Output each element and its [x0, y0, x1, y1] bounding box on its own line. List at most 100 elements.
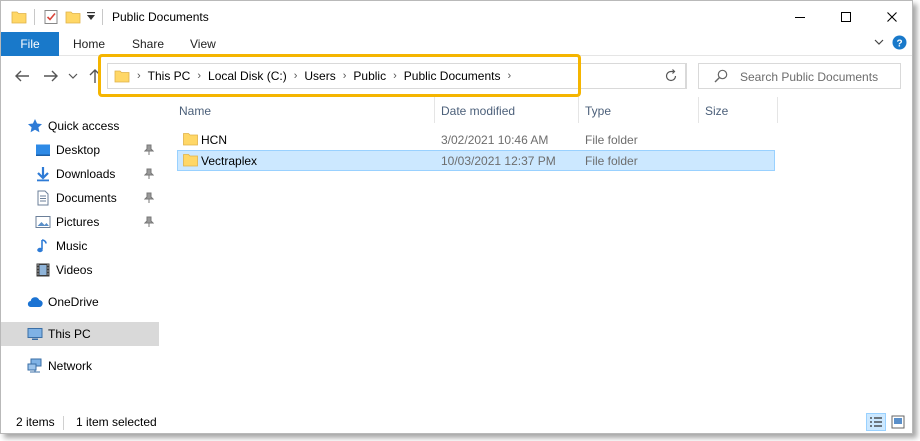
arrow-left-icon	[15, 70, 29, 82]
pin-icon[interactable]	[143, 192, 155, 207]
refresh-button[interactable]	[656, 63, 686, 89]
search-box[interactable]: Search Public Documents	[698, 63, 901, 89]
pin-icon[interactable]	[143, 168, 155, 183]
sidebar-item-label: Documents	[56, 191, 117, 205]
breadcrumb-this-pc[interactable]: This PC	[148, 69, 191, 83]
status-divider	[63, 416, 64, 430]
expand-ribbon-icon[interactable]	[873, 36, 885, 51]
new-folder-icon[interactable]	[65, 9, 81, 28]
close-button[interactable]	[869, 1, 912, 32]
pin-icon[interactable]	[143, 144, 155, 159]
computer-icon	[27, 326, 43, 342]
column-divider[interactable]	[434, 97, 435, 123]
table-row[interactable]: HCN 3/02/2021 10:46 AM File folder	[177, 129, 775, 150]
search-input[interactable]: Search Public Documents	[740, 70, 878, 84]
large-icons-view-icon	[891, 415, 905, 429]
file-date: 3/02/2021 10:46 AM	[441, 133, 549, 147]
sidebar-item-documents[interactable]: Documents	[1, 186, 159, 210]
minimize-button[interactable]	[777, 1, 823, 32]
desktop-icon	[35, 142, 51, 158]
network-icon	[27, 358, 43, 374]
arrow-right-icon	[44, 70, 58, 82]
tab-file[interactable]: File	[1, 32, 59, 56]
sidebar-item-videos[interactable]: Videos	[1, 258, 159, 282]
ribbon-tabs: File Home Share View ?	[1, 32, 912, 56]
address-bar[interactable]: › This PC › Local Disk (C:) › Users › Pu…	[107, 63, 687, 89]
recent-locations-button[interactable]	[66, 67, 80, 85]
tab-view[interactable]: View	[190, 37, 216, 51]
breadcrumb-users[interactable]: Users	[304, 69, 335, 83]
sidebar-item-label: Pictures	[56, 215, 100, 229]
sidebar-item-label: Network	[48, 359, 93, 373]
column-header-size[interactable]: Size	[705, 104, 728, 118]
column-header-type[interactable]: Type	[585, 104, 611, 118]
pictures-icon	[35, 214, 51, 230]
sidebar-item-label: OneDrive	[48, 295, 99, 309]
folder-icon	[11, 9, 27, 28]
sidebar-item-label: Desktop	[56, 143, 101, 157]
column-header-name[interactable]: Name	[179, 104, 211, 118]
file-name: Vectraplex	[201, 154, 258, 168]
refresh-icon	[665, 69, 676, 82]
title-bar: Public Documents	[1, 1, 912, 32]
customize-toolbar-icon[interactable]	[86, 10, 96, 25]
chevron-right-icon[interactable]: ›	[343, 70, 347, 82]
up-button[interactable]	[85, 67, 105, 85]
title-divider	[34, 9, 35, 25]
folder-icon	[183, 153, 198, 170]
breadcrumb-public-documents[interactable]: Public Documents	[404, 69, 501, 83]
sidebar-item-label: This PC	[48, 327, 91, 341]
breadcrumb-local-disk[interactable]: Local Disk (C:)	[208, 69, 287, 83]
sidebar-item-this-pc[interactable]: This PC	[1, 322, 159, 346]
folder-icon	[183, 132, 198, 149]
column-header-date[interactable]: Date modified	[441, 104, 515, 118]
column-divider[interactable]	[777, 97, 778, 123]
sidebar-item-label: Videos	[56, 263, 93, 277]
folder-icon	[114, 68, 130, 84]
svg-text:?: ?	[896, 38, 902, 49]
details-view-button[interactable]	[866, 413, 886, 431]
sidebar-item-label: Music	[56, 239, 88, 253]
chevron-right-icon[interactable]: ›	[393, 70, 397, 82]
minimize-icon	[795, 16, 805, 18]
chevron-down-icon	[68, 73, 78, 79]
download-icon	[35, 166, 51, 182]
sidebar-item-pictures[interactable]: Pictures	[1, 210, 159, 234]
selection-count: 1 item selected	[76, 415, 157, 429]
tab-share[interactable]: Share	[132, 37, 164, 51]
explorer-window: Public Documents File Home Share View ?	[0, 0, 913, 434]
column-divider[interactable]	[578, 97, 579, 123]
sidebar-item-quick-access[interactable]: Quick access	[1, 114, 159, 138]
sidebar-item-music[interactable]: Music	[1, 234, 159, 258]
item-count: 2 items	[16, 415, 55, 429]
sidebar-item-network[interactable]: Network	[1, 354, 159, 378]
chevron-right-icon[interactable]: ›	[507, 70, 511, 82]
table-row[interactable]: Vectraplex 10/03/2021 12:37 PM File fold…	[177, 150, 775, 171]
pin-icon[interactable]	[143, 216, 155, 231]
tab-home[interactable]: Home	[73, 37, 105, 51]
star-icon	[27, 118, 43, 134]
chevron-right-icon[interactable]: ›	[294, 70, 298, 82]
navigation-pane: Quick access Desktop Downloads Documents…	[1, 101, 161, 401]
sidebar-item-downloads[interactable]: Downloads	[1, 162, 159, 186]
breadcrumb-public[interactable]: Public	[353, 69, 386, 83]
column-divider[interactable]	[698, 97, 699, 123]
forward-button[interactable]	[41, 67, 61, 85]
large-icons-view-button[interactable]	[888, 413, 908, 431]
back-button[interactable]	[12, 67, 32, 85]
chevron-right-icon[interactable]: ›	[197, 70, 201, 82]
sidebar-item-onedrive[interactable]: OneDrive	[1, 290, 159, 314]
arrow-up-icon	[89, 69, 101, 83]
chevron-right-icon[interactable]: ›	[137, 70, 141, 82]
sidebar-item-label: Downloads	[56, 167, 116, 181]
maximize-icon	[841, 11, 851, 22]
breadcrumb: › This PC › Local Disk (C:) › Users › Pu…	[114, 64, 518, 88]
sidebar-item-desktop[interactable]: Desktop	[1, 138, 159, 162]
file-type: File folder	[585, 154, 638, 168]
properties-icon[interactable]	[43, 9, 59, 28]
status-bar: 2 items 1 item selected	[1, 410, 912, 433]
help-icon[interactable]: ?	[892, 35, 907, 53]
documents-icon	[35, 190, 51, 206]
file-date: 10/03/2021 12:37 PM	[441, 154, 556, 168]
maximize-button[interactable]	[823, 1, 869, 32]
